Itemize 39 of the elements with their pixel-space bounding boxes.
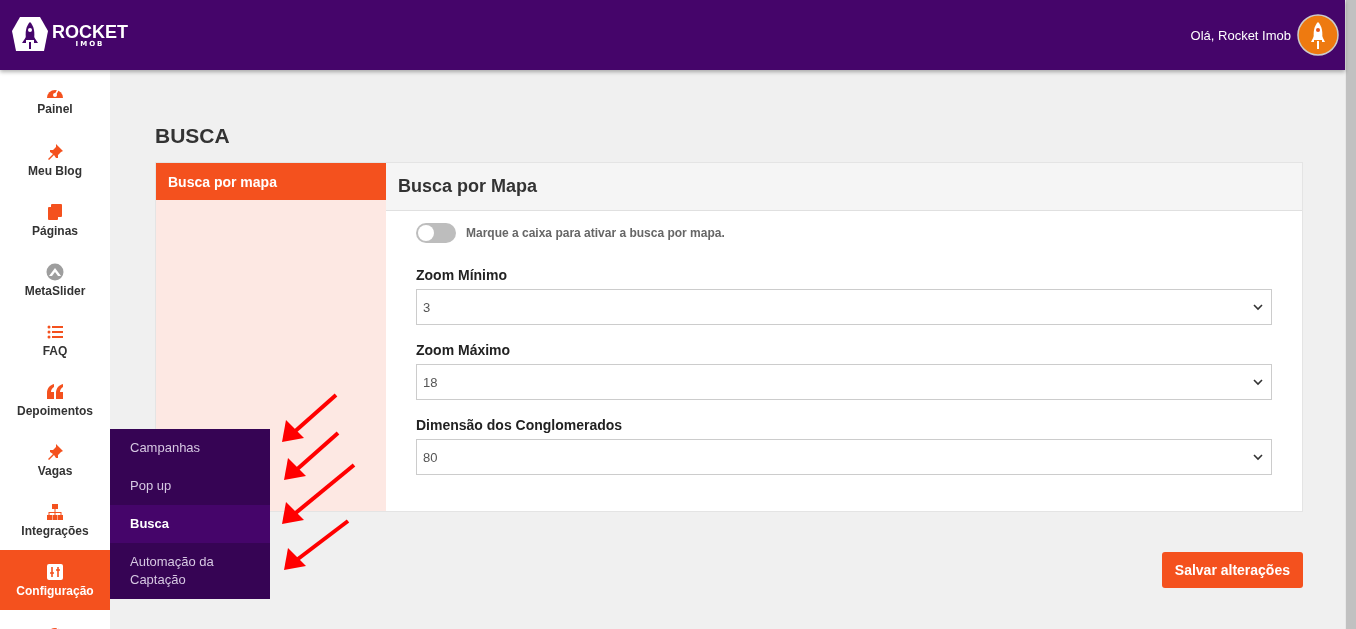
sidebar-item[interactable]: Meu Blog [0,130,110,190]
sidebar-item[interactable]: FAQ [0,310,110,370]
sitemap-icon [46,502,64,521]
avatar-icon[interactable] [1297,14,1339,56]
sidebar-item[interactable]: Depoimentos [0,370,110,430]
mountain-icon [46,262,64,281]
chevron-down-icon [1253,453,1263,461]
annotation-arrow [282,393,338,442]
annotation-arrow [284,519,350,570]
sliders-icon [46,562,64,581]
field-label: Dimensão dos Conglomerados [416,417,624,433]
scrollbar[interactable] [1345,0,1356,629]
annotation-arrow [284,431,340,480]
select-field[interactable]: 80 [416,439,1272,475]
chevron-down-icon [1253,303,1263,311]
submenu-item[interactable]: Pop up [110,467,270,505]
sidebar-item[interactable]: Painel [0,70,110,130]
submenu-item[interactable]: Automação da Captação [110,543,270,599]
toggle-label: Marque a caixa para ativar a busca por mapa. [466,226,725,240]
pin-icon [46,442,64,461]
pin-icon [46,142,64,161]
logo-text: ROCKET [52,22,128,41]
toggle-switch[interactable] [416,223,456,243]
submenu-item[interactable]: Campanhas [110,429,270,467]
field-label: Zoom Máximo [416,342,512,358]
section-title: Busca por Mapa [398,176,538,197]
submenu-item[interactable]: Busca [110,505,270,543]
select-field[interactable]: 3 [416,289,1272,325]
field-label: Zoom Mínimo [416,267,508,283]
sidebar-item[interactable]: Vagas [0,430,110,490]
user-greeting: Olá, Rocket Imob [1190,27,1291,43]
page-title: BUSCA [155,124,231,148]
sidebar-item[interactable]: MetaSlider [0,250,110,310]
select-field[interactable]: 18 [416,364,1272,400]
pages-icon [46,202,64,221]
sidebar-item[interactable]: Páginas [0,190,110,250]
sidebar-item[interactable]: Integrações [0,490,110,550]
quote-icon [46,382,64,401]
chevron-down-icon [1253,378,1263,386]
